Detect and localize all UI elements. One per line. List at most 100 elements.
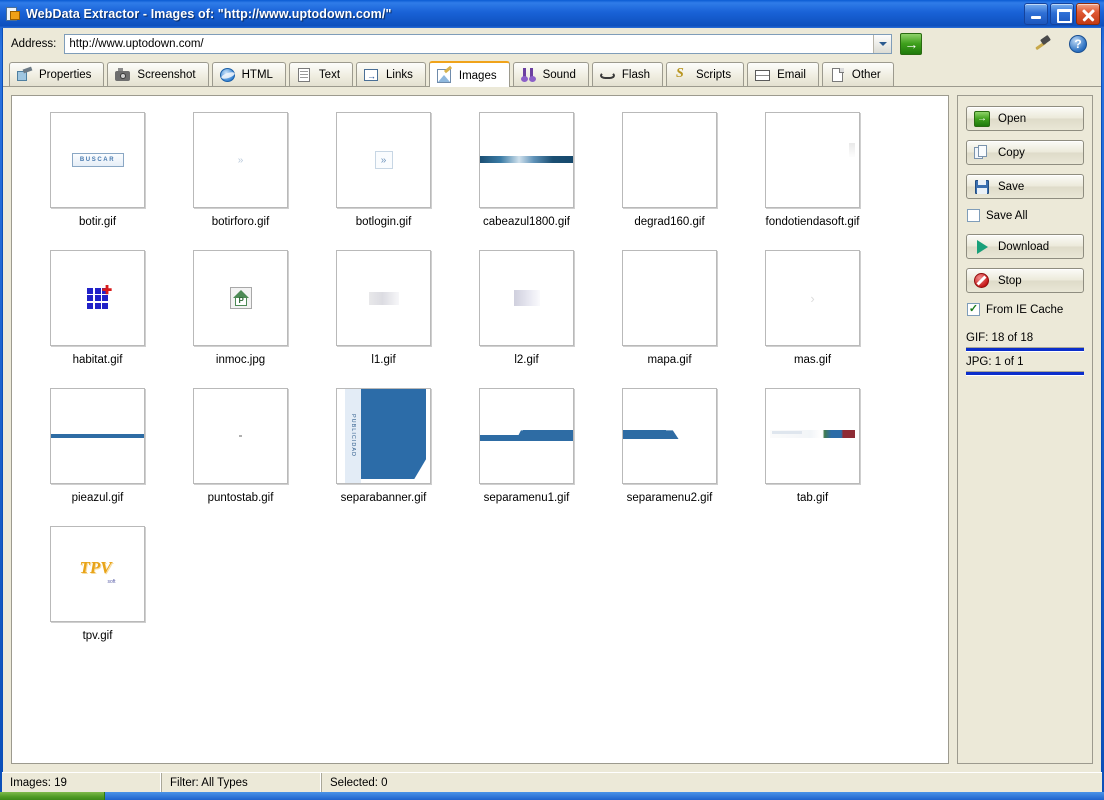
image-thumbnail[interactable]: degrad160.gif xyxy=(598,112,741,228)
thumbnail-preview[interactable] xyxy=(622,112,717,208)
thumbnail-preview[interactable]: P xyxy=(193,250,288,346)
thumbnail-preview[interactable]: PUBLICIDAD xyxy=(336,388,431,484)
thumbnail-preview[interactable]: TPV soft xyxy=(50,526,145,622)
progress-fill xyxy=(966,348,1084,351)
thumbnail-preview[interactable] xyxy=(479,388,574,484)
go-button[interactable]: → xyxy=(900,33,923,55)
image-thumbnail[interactable]: mapa.gif xyxy=(598,250,741,366)
image-thumbnail[interactable]: Pinmoc.jpg xyxy=(169,250,312,366)
thumbnail-preview[interactable] xyxy=(479,250,574,346)
start-button[interactable] xyxy=(0,792,105,800)
tab-scripts[interactable]: S Scripts xyxy=(665,62,745,86)
thumbnail-preview[interactable]: BUSCAR xyxy=(50,112,145,208)
tab-properties[interactable]: Properties xyxy=(9,62,105,86)
hammer-icon[interactable] xyxy=(1033,34,1051,53)
thumbnail-preview[interactable] xyxy=(193,388,288,484)
tab-flash[interactable]: Flash xyxy=(591,62,663,86)
image-thumbnail[interactable]: TPV soft tpv.gif xyxy=(26,526,169,642)
image-thumbnail[interactable]: › mas.gif xyxy=(741,250,884,366)
thumbnail-preview[interactable]: ✚ xyxy=(50,250,145,346)
thumbnail-filename: botirforo.gif xyxy=(211,216,270,228)
jpg-progress: JPG: 1 of 1 xyxy=(966,356,1084,376)
tab-label: Flash xyxy=(621,68,650,81)
script-icon: S xyxy=(675,65,684,81)
from-ie-cache-checkbox[interactable]: ✓ From IE Cache xyxy=(967,303,1084,316)
flash-icon xyxy=(599,68,616,82)
tab-links[interactable]: → Links xyxy=(356,62,426,86)
application-window: WebData Extractor - Images of: "http://w… xyxy=(0,0,1104,800)
title-bar: WebData Extractor - Images of: "http://w… xyxy=(0,0,1104,28)
image-thumbnail[interactable]: separamenu1.gif xyxy=(455,388,598,504)
button-label: Copy xyxy=(998,146,1025,159)
maximize-button[interactable] xyxy=(1050,3,1074,25)
thumbnail-filename: degrad160.gif xyxy=(634,216,705,228)
status-bar: Images: 19 Filter: All Types Selected: 0 xyxy=(2,772,1102,792)
image-thumbnail[interactable]: l2.gif xyxy=(455,250,598,366)
thumb-art-band xyxy=(480,113,573,207)
window-controls xyxy=(1024,3,1102,25)
arrow-right-icon: → xyxy=(904,36,919,52)
tab-html[interactable]: HTML xyxy=(211,62,286,86)
tab-sound[interactable]: Sound xyxy=(512,62,589,86)
thumbnail-filename: tab.gif xyxy=(796,492,829,504)
envelope-icon xyxy=(755,68,771,82)
tab-images[interactable]: Images xyxy=(428,61,510,87)
open-button[interactable]: → Open xyxy=(966,106,1084,131)
taskbar-tray xyxy=(105,792,1104,800)
address-dropdown-button[interactable] xyxy=(873,35,892,53)
thumbnail-filename: fondotiendasoft.gif xyxy=(765,216,860,228)
tab-label: Email xyxy=(777,68,806,81)
image-thumbnail[interactable]: tab.gif xyxy=(741,388,884,504)
thumbnail-preview[interactable]: » xyxy=(193,112,288,208)
button-label: Save xyxy=(998,180,1025,193)
thumbnail-preview[interactable] xyxy=(50,388,145,484)
thumbnail-preview[interactable] xyxy=(336,250,431,346)
link-arrow-icon: → xyxy=(364,68,380,82)
thumb-art-chevron-box: » xyxy=(374,151,393,169)
image-thumbnail[interactable]: pieazul.gif xyxy=(26,388,169,504)
thumb-art-gradient-small xyxy=(513,290,540,306)
stop-icon xyxy=(974,272,990,289)
webdata-extractor-icon xyxy=(5,6,21,22)
minimize-button[interactable] xyxy=(1024,3,1048,25)
save-all-checkbox[interactable]: ✓ Save All xyxy=(967,209,1084,222)
image-thumbnail-panel[interactable]: BUSCAR botir.gif » botirforo.gif » botlogin.g… xyxy=(11,95,949,764)
copy-button[interactable]: Copy xyxy=(966,140,1084,165)
stop-button[interactable]: Stop xyxy=(966,268,1084,293)
image-thumbnail[interactable]: ✚ habitat.gif xyxy=(26,250,169,366)
thumb-art-habitat: ✚ xyxy=(87,284,112,309)
image-thumbnail[interactable]: PUBLICIDAD separabanner.gif xyxy=(312,388,455,504)
address-label: Address: xyxy=(11,38,57,50)
thumbnail-preview[interactable] xyxy=(765,112,860,208)
tab-text[interactable]: Text xyxy=(288,62,354,86)
thumbnail-preview[interactable] xyxy=(622,388,717,484)
image-thumbnail[interactable]: cabeazul1800.gif xyxy=(455,112,598,228)
thumb-art-blank xyxy=(623,113,716,207)
thumbnail-preview[interactable] xyxy=(765,388,860,484)
tab-other[interactable]: Other xyxy=(821,62,894,86)
image-thumbnail[interactable]: puntostab.gif xyxy=(169,388,312,504)
document-icon xyxy=(297,67,313,82)
tab-bar: Properties Screenshot HTML Text → Links xyxy=(3,61,1101,87)
help-icon[interactable]: ? xyxy=(1069,35,1087,53)
download-button[interactable]: Download xyxy=(966,234,1084,259)
button-label: Download xyxy=(998,240,1050,253)
thumbnail-preview[interactable] xyxy=(479,112,574,208)
thumbnail-filename: separamenu1.gif xyxy=(483,492,570,504)
image-thumbnail[interactable]: » botlogin.gif xyxy=(312,112,455,228)
image-thumbnail[interactable]: fondotiendasoft.gif xyxy=(741,112,884,228)
close-button[interactable] xyxy=(1076,3,1100,25)
tab-screenshot[interactable]: Screenshot xyxy=(107,62,209,86)
tab-label: Scripts xyxy=(695,68,732,81)
tab-email[interactable]: Email xyxy=(747,62,819,86)
thumbnail-preview[interactable] xyxy=(622,250,717,346)
gif-progress: GIF: 18 of 18 xyxy=(966,332,1084,352)
save-button[interactable]: Save xyxy=(966,174,1084,199)
image-thumbnail[interactable]: l1.gif xyxy=(312,250,455,366)
image-thumbnail[interactable]: » botirforo.gif xyxy=(169,112,312,228)
thumbnail-preview[interactable]: » xyxy=(336,112,431,208)
thumbnail-preview[interactable]: › xyxy=(765,250,860,346)
address-input[interactable] xyxy=(65,35,892,53)
image-thumbnail[interactable]: separamenu2.gif xyxy=(598,388,741,504)
image-thumbnail[interactable]: BUSCAR botir.gif xyxy=(26,112,169,228)
